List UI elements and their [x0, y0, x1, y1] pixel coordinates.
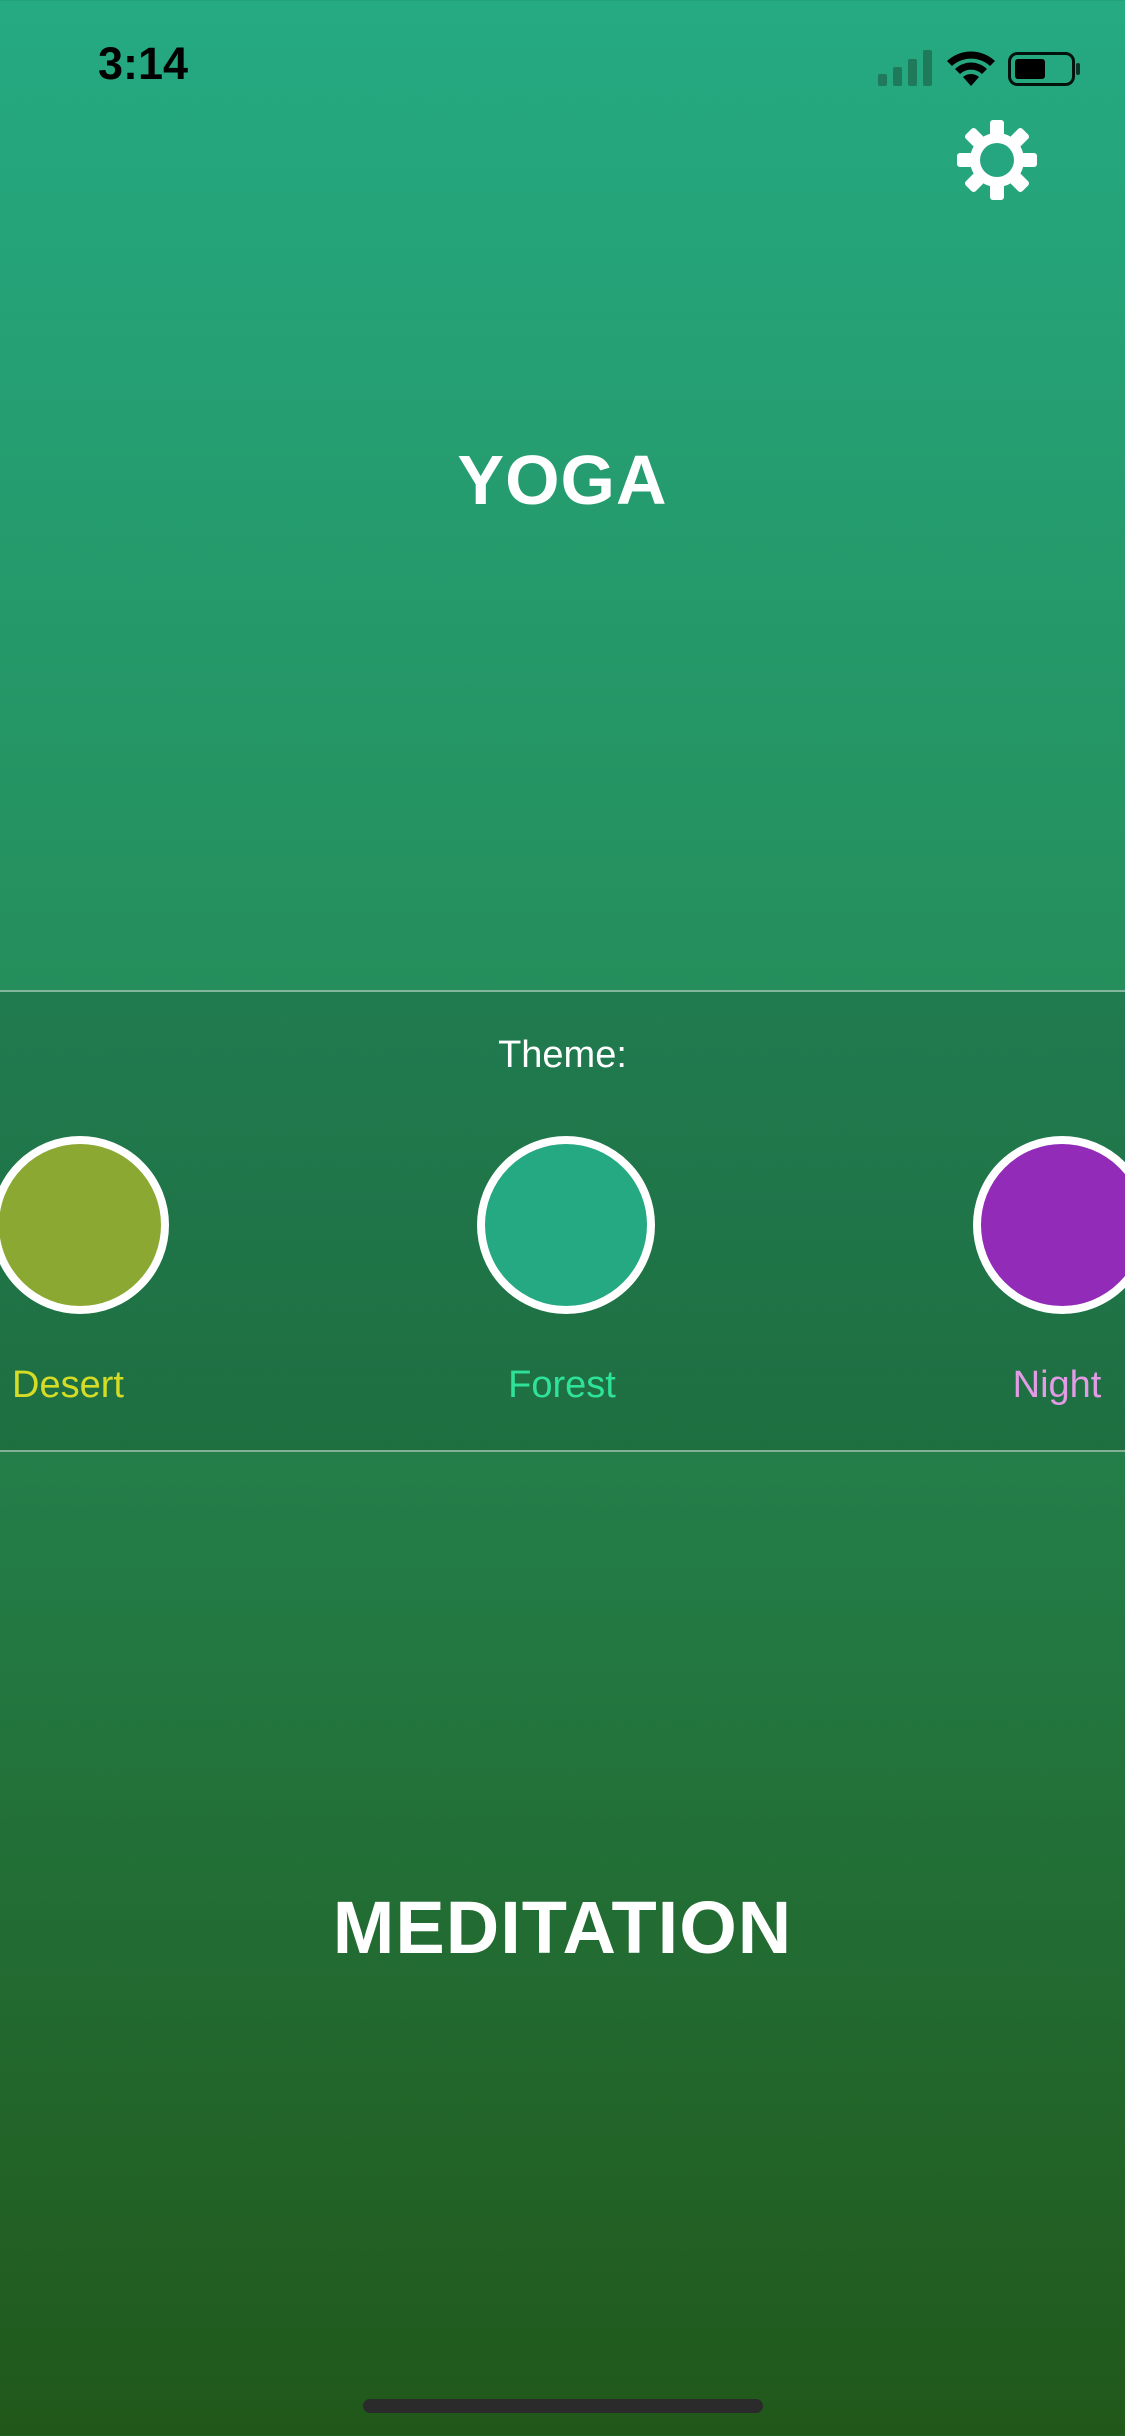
- battery-icon: [1008, 52, 1080, 86]
- theme-label-desert[interactable]: Desert: [0, 1364, 198, 1407]
- theme-swatch-desert[interactable]: [0, 1136, 169, 1314]
- theme-swatch-night[interactable]: [973, 1136, 1125, 1314]
- wifi-icon: [947, 51, 995, 86]
- home-indicator[interactable]: [363, 2399, 763, 2413]
- gear-icon[interactable]: [955, 118, 1039, 202]
- theme-label: Theme:: [498, 1034, 627, 1076]
- status-bar: 3:14: [0, 0, 1125, 132]
- cell-signal-icon: [878, 50, 932, 86]
- theme-label-night[interactable]: Night: [927, 1364, 1125, 1407]
- theme-panel: Theme: Desert Forest Night: [0, 990, 1125, 1452]
- theme-swatch-forest[interactable]: [477, 1136, 655, 1314]
- theme-label-forest[interactable]: Forest: [432, 1364, 692, 1407]
- yoga-button[interactable]: YOGA: [0, 440, 1125, 520]
- status-time: 3:14: [98, 38, 189, 89]
- meditation-button[interactable]: MEDITATION: [0, 1885, 1125, 1970]
